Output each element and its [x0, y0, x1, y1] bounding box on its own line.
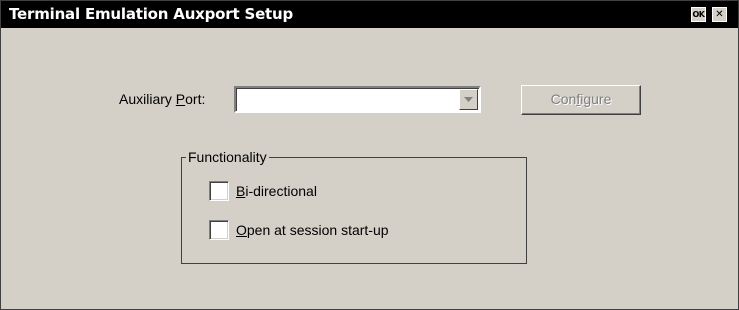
bidirectional-label[interactable]: Bi-directional: [236, 182, 317, 200]
configure-button[interactable]: Configure: [521, 85, 641, 115]
title-bar[interactable]: Terminal Emulation Auxport Setup OK ✕: [1, 1, 738, 28]
auxiliary-port-dropdown[interactable]: [234, 86, 481, 113]
functionality-legend: Functionality: [186, 148, 269, 166]
window-title: Terminal Emulation Auxport Setup: [9, 5, 294, 23]
auxiliary-port-label: Auxiliary Port:: [119, 91, 206, 107]
dialog-window: Terminal Emulation Auxport Setup OK ✕ Au…: [0, 0, 739, 310]
open-at-startup-checkbox[interactable]: [209, 220, 229, 240]
bidirectional-checkbox[interactable]: [209, 181, 229, 201]
functionality-group: [181, 157, 527, 264]
chevron-down-icon: [464, 97, 473, 102]
close-icon[interactable]: ✕: [712, 7, 727, 22]
ok-title-button[interactable]: OK: [691, 7, 706, 22]
dropdown-button[interactable]: [459, 89, 478, 110]
open-at-startup-label[interactable]: Open at session start-up: [236, 221, 389, 239]
